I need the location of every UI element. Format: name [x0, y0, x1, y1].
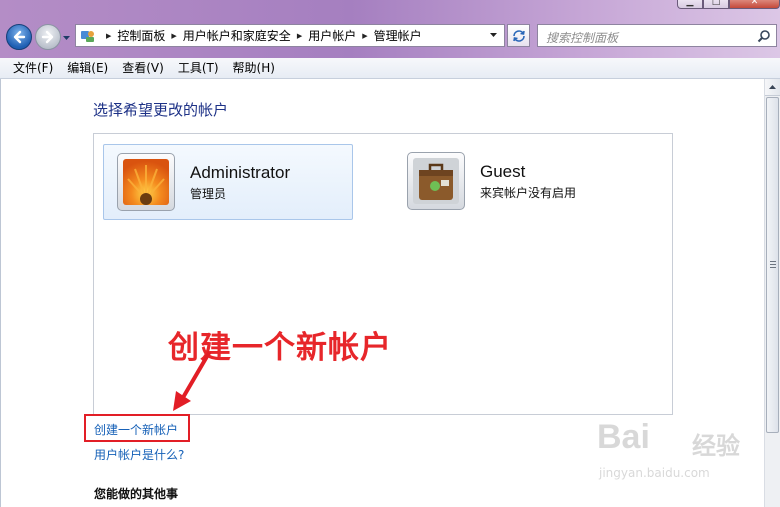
- menu-file[interactable]: 文件(F): [0, 58, 61, 78]
- forward-arrow-icon: [41, 30, 54, 44]
- red-arrow-annotation: [173, 351, 211, 411]
- menu-help[interactable]: 帮助(H): [227, 58, 283, 78]
- minimize-icon: ▁: [686, 0, 694, 7]
- menu-view[interactable]: 查看(V): [116, 58, 172, 78]
- minimize-button[interactable]: ▁: [677, 0, 703, 9]
- scroll-up-icon: [769, 85, 776, 89]
- avatar: [407, 152, 465, 210]
- refresh-button[interactable]: [507, 24, 530, 47]
- search-placeholder: 搜索控制面板: [546, 31, 619, 45]
- page-title: 选择希望更改的帐户: [93, 101, 229, 119]
- maximize-button[interactable]: □: [703, 0, 729, 9]
- guest-suitcase-avatar: [413, 158, 459, 204]
- maximize-icon: □: [711, 0, 721, 7]
- breadcrumb: ▶ 控制面板 ▶ 用户帐户和家庭安全 ▶ 用户帐户 ▶ 管理帐户: [100, 25, 422, 46]
- close-button[interactable]: ✕: [729, 0, 780, 9]
- breadcrumb-separator-icon[interactable]: ▶: [106, 32, 111, 40]
- grip-icon: [770, 261, 776, 268]
- explorer-window: ▁ □ ✕ ▶ 控制面板 ▶ 用户帐户和家庭安全 ▶ 用户帐户 ▶ 管理帐户 搜…: [0, 0, 780, 507]
- breadcrumb-item[interactable]: 控制面板: [117, 27, 165, 44]
- back-button[interactable]: [6, 24, 32, 50]
- recent-pages-dropdown-icon[interactable]: [62, 33, 71, 42]
- control-panel-icon: [81, 31, 94, 42]
- breadcrumb-separator-icon[interactable]: ▶: [171, 32, 176, 40]
- watermark-url: jingyan.baidu.com: [599, 466, 710, 480]
- search-box[interactable]: 搜索控制面板: [537, 24, 777, 47]
- administrator-flower-avatar: [123, 159, 169, 205]
- scroll-up-button[interactable]: [765, 79, 780, 96]
- account-type: 管理员: [190, 187, 227, 201]
- account-tile-administrator[interactable]: Administrator 管理员: [103, 144, 353, 220]
- address-dropdown-icon[interactable]: [489, 32, 498, 39]
- breadcrumb-separator-icon[interactable]: ▶: [297, 32, 302, 40]
- search-icon[interactable]: [757, 29, 771, 43]
- account-name: Guest: [480, 162, 526, 181]
- title-bar: ▁ □ ✕ ▶ 控制面板 ▶ 用户帐户和家庭安全 ▶ 用户帐户 ▶ 管理帐户 搜…: [0, 0, 780, 58]
- menu-bar: 文件(F) 编辑(E) 查看(V) 工具(T) 帮助(H): [0, 58, 780, 79]
- back-arrow-icon: [13, 30, 26, 44]
- watermark-brand: Bai: [597, 418, 650, 456]
- close-icon: ✕: [750, 0, 759, 7]
- menu-edit[interactable]: 编辑(E): [61, 58, 116, 78]
- breadcrumb-item[interactable]: 用户帐户: [308, 27, 356, 44]
- account-name: Administrator: [190, 163, 291, 182]
- account-tile-guest[interactable]: Guest 来宾帐户没有启用: [394, 144, 644, 220]
- watermark-cn: 经验: [692, 432, 740, 460]
- what-is-user-account-link[interactable]: 用户帐户是什么?: [94, 446, 184, 463]
- window-controls: ▁ □ ✕: [677, 0, 780, 10]
- refresh-icon: [513, 30, 525, 42]
- section-title: 您能做的其他事: [94, 487, 179, 501]
- watermark: Bai 经验 jingyan.baidu.com: [597, 418, 777, 498]
- address-bar[interactable]: ▶ 控制面板 ▶ 用户帐户和家庭安全 ▶ 用户帐户 ▶ 管理帐户: [75, 24, 505, 47]
- forward-button[interactable]: [35, 24, 61, 50]
- avatar: [117, 153, 175, 211]
- create-account-link[interactable]: 创建一个新帐户: [94, 421, 178, 438]
- breadcrumb-item[interactable]: 用户帐户和家庭安全: [183, 27, 291, 44]
- breadcrumb-item[interactable]: 管理帐户: [374, 27, 422, 44]
- scrollbar-thumb[interactable]: [766, 97, 779, 433]
- account-status: 来宾帐户没有启用: [480, 186, 577, 200]
- breadcrumb-separator-icon[interactable]: ▶: [362, 32, 367, 40]
- menu-tools[interactable]: 工具(T): [172, 58, 227, 78]
